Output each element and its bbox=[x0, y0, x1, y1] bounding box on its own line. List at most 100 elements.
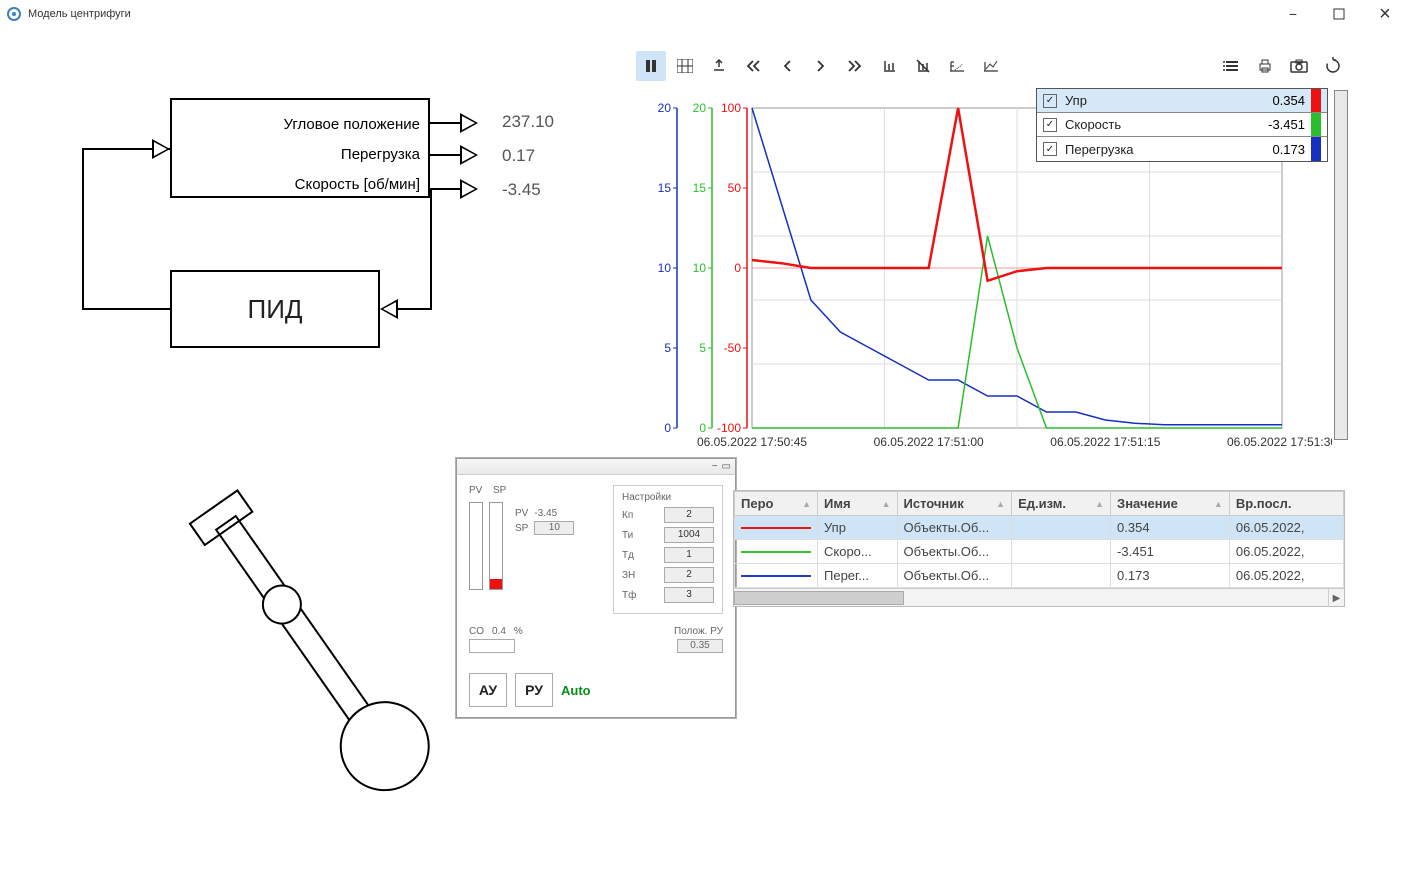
minimize-button[interactable]: − bbox=[1270, 0, 1316, 28]
svg-text:20: 20 bbox=[693, 101, 707, 115]
sp-input[interactable]: 10 bbox=[534, 521, 574, 535]
arrow-icon bbox=[380, 299, 398, 319]
svg-text:10: 10 bbox=[693, 261, 707, 275]
autoscale-button[interactable] bbox=[976, 51, 1006, 81]
rewind-button[interactable] bbox=[738, 51, 768, 81]
legend-checkbox[interactable]: ✓ bbox=[1043, 142, 1057, 156]
col-value[interactable]: Значение▲ bbox=[1111, 492, 1230, 516]
app-icon bbox=[6, 6, 22, 22]
scale-button[interactable] bbox=[942, 51, 972, 81]
tf-input[interactable]: 3 bbox=[664, 587, 714, 603]
out3-value: -3.45 bbox=[502, 180, 541, 200]
wire bbox=[430, 154, 460, 156]
pv-label: PV bbox=[469, 485, 487, 496]
pos-label: Полож. РУ bbox=[674, 626, 723, 637]
pause-button[interactable] bbox=[636, 51, 666, 81]
sp-bar[interactable] bbox=[489, 502, 503, 590]
next-button[interactable] bbox=[806, 51, 836, 81]
td-label: Тд bbox=[622, 550, 634, 561]
pid-controller-window[interactable]: − ▭ PV SP PV-3.45 SP10 bbox=[456, 458, 736, 718]
pid-left-panel: PV SP PV-3.45 SP10 bbox=[469, 485, 599, 614]
sp-label2: SP bbox=[515, 523, 528, 534]
svg-text:5: 5 bbox=[664, 341, 671, 355]
zn-label: ЗН bbox=[622, 570, 635, 581]
arrow-icon bbox=[460, 113, 478, 133]
zn-input[interactable]: 2 bbox=[664, 567, 714, 583]
au-button[interactable]: АУ bbox=[469, 673, 507, 707]
legend-item[interactable]: ✓ Упр 0.354 bbox=[1037, 89, 1327, 113]
out1-label: Угловое положение bbox=[283, 116, 420, 133]
legend-swatch bbox=[1311, 113, 1321, 136]
pv-value: -3.45 bbox=[534, 508, 557, 519]
wire bbox=[82, 148, 84, 310]
pid-settings-panel: Настройки Кп2 Ти1004 Тд1 ЗН2 Тф3 bbox=[613, 485, 723, 614]
svg-text:15: 15 bbox=[658, 181, 672, 195]
window-buttons: − × bbox=[1270, 0, 1408, 28]
trend-chart-panel: ✓ Упр 0.354 ✓ Скорость -3.451 ✓ Перегруз… bbox=[632, 50, 1352, 470]
legend-item[interactable]: ✓ Перегрузка 0.173 bbox=[1037, 137, 1327, 161]
hscroll-right[interactable]: ▶ bbox=[1328, 589, 1344, 607]
legend-value: -3.451 bbox=[1268, 117, 1305, 132]
svg-text:15: 15 bbox=[693, 181, 707, 195]
ti-label: Ти bbox=[622, 530, 633, 541]
table-row[interactable]: Перег...Объекты.Об...0.17306.05.2022, bbox=[735, 564, 1344, 588]
col-src[interactable]: Источник▲ bbox=[897, 492, 1012, 516]
snapshot-button[interactable] bbox=[1284, 51, 1314, 81]
out2-value: 0.17 bbox=[502, 146, 535, 166]
pv-label2: PV bbox=[515, 508, 528, 519]
co-label: CO bbox=[469, 626, 484, 637]
chart-legend[interactable]: ✓ Упр 0.354 ✓ Скорость -3.451 ✓ Перегруз… bbox=[1036, 88, 1328, 162]
close-button[interactable]: × bbox=[1362, 0, 1408, 28]
td-input[interactable]: 1 bbox=[664, 547, 714, 563]
mode-label: Auto bbox=[561, 683, 591, 698]
zoom-y-button[interactable] bbox=[874, 51, 904, 81]
sketch-arm bbox=[215, 515, 377, 731]
grid-button[interactable] bbox=[670, 51, 700, 81]
disable-zoom-button[interactable] bbox=[908, 51, 938, 81]
col-unit[interactable]: Ед.изм.▲ bbox=[1012, 492, 1111, 516]
pid-label: ПИД bbox=[248, 294, 303, 325]
legend-checkbox[interactable]: ✓ bbox=[1043, 118, 1057, 132]
hscroll-thumb[interactable] bbox=[734, 591, 904, 605]
svg-text:20: 20 bbox=[658, 101, 672, 115]
wire bbox=[430, 188, 460, 190]
print-button[interactable] bbox=[1250, 51, 1280, 81]
table-row[interactable]: Скоро...Объекты.Об...-3.45106.05.2022, bbox=[735, 540, 1344, 564]
wire bbox=[430, 122, 460, 124]
plant-block: Угловое положение Перегрузка Скорость [о… bbox=[170, 98, 430, 198]
col-pero[interactable]: Перо▲ bbox=[735, 492, 818, 516]
prev-button[interactable] bbox=[772, 51, 802, 81]
kp-input[interactable]: 2 bbox=[664, 507, 714, 523]
svg-text:10: 10 bbox=[658, 261, 672, 275]
data-table[interactable]: Перо▲ Имя▲ Источник▲ Ед.изм.▲ Значение▲ … bbox=[733, 490, 1345, 607]
svg-text:-50: -50 bbox=[724, 341, 742, 355]
svg-text:0: 0 bbox=[664, 421, 671, 435]
co-input[interactable] bbox=[469, 639, 515, 653]
list-button[interactable] bbox=[1216, 51, 1246, 81]
pos-input[interactable]: 0.35 bbox=[677, 639, 723, 653]
fastforward-button[interactable] bbox=[840, 51, 870, 81]
out3-label: Скорость [об/мин] bbox=[295, 176, 420, 193]
legend-swatch bbox=[1311, 89, 1321, 112]
tf-label: Тф bbox=[622, 590, 636, 601]
maximize-button[interactable] bbox=[1316, 0, 1362, 28]
co-unit: % bbox=[514, 626, 523, 637]
table-row[interactable]: УпрОбъекты.Об...0.35406.05.2022, bbox=[735, 516, 1344, 540]
pid-block: ПИД bbox=[170, 270, 380, 348]
ru-button[interactable]: РУ bbox=[515, 673, 553, 707]
legend-name: Скорость bbox=[1065, 117, 1121, 132]
col-ts[interactable]: Вр.посл. bbox=[1229, 492, 1343, 516]
export-button[interactable] bbox=[704, 51, 734, 81]
ti-input[interactable]: 1004 bbox=[664, 527, 714, 543]
svg-text:-100: -100 bbox=[717, 421, 741, 435]
svg-text:0: 0 bbox=[734, 261, 741, 275]
table-hscroll[interactable]: ▶ bbox=[734, 588, 1344, 606]
col-name[interactable]: Имя▲ bbox=[818, 492, 898, 516]
chart-toolbar bbox=[632, 50, 1352, 82]
legend-item[interactable]: ✓ Скорость -3.451 bbox=[1037, 113, 1327, 137]
refresh-button[interactable] bbox=[1318, 51, 1348, 81]
wire bbox=[398, 308, 432, 310]
chart-vscroll[interactable] bbox=[1334, 90, 1348, 440]
legend-checkbox[interactable]: ✓ bbox=[1043, 94, 1057, 108]
settings-legend: Настройки bbox=[622, 492, 714, 503]
